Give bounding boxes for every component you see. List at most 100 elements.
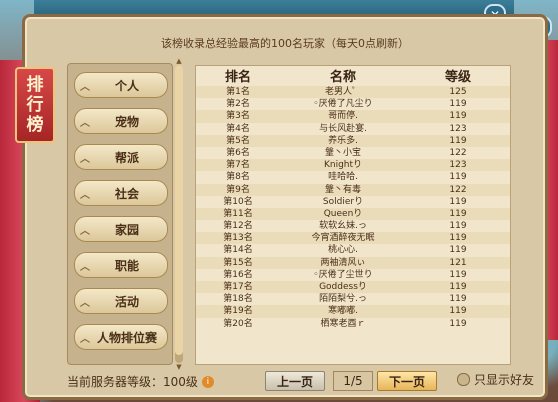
level-cell: 119 — [449, 269, 467, 280]
name-cell: 桃心心. — [328, 245, 358, 256]
level-cell: 122 — [449, 147, 467, 158]
table-row[interactable]: 第13名 今宵酒醉夜无眠 119 — [196, 232, 510, 245]
table-row[interactable]: 第6名 鞶丶小宝 122 — [196, 147, 510, 159]
level-cell: 125 — [449, 87, 467, 97]
sidebar-item-activity[interactable]: ︿ 活动 — [74, 288, 168, 314]
chevron-up-icon: ︿ — [80, 297, 90, 309]
table-row[interactable]: 第15名 两袖清风ぃ 121 — [196, 256, 510, 269]
level-cell: 119 — [449, 221, 467, 232]
name-cell: 与长风赴宴. — [319, 123, 367, 134]
name-cell: 陌陌梨兮.っ — [319, 294, 367, 305]
table-header: 排名 名称 等级 — [196, 66, 510, 85]
friends-only-toggle[interactable]: 只显示好友 — [457, 371, 534, 388]
next-page-button[interactable]: 下一页 — [377, 371, 437, 391]
sidebar-item-society[interactable]: ︿ 社会 — [74, 180, 168, 206]
name-cell: Knightり — [323, 160, 363, 171]
table-row[interactable]: 第7名 Knightり 123 — [196, 159, 510, 172]
rank-cell: 第19名 — [223, 306, 253, 317]
table-row[interactable]: 第11名 Queenり 119 — [196, 207, 510, 221]
chevron-up-icon: ︿ — [80, 117, 90, 129]
rank-cell: 第7名 — [226, 160, 250, 171]
server-level: 当前服务器等级：100级 i — [67, 373, 214, 390]
name-cell: Soldierり — [322, 196, 364, 207]
header-rank: 排名 — [224, 70, 251, 85]
rank-cell: 第4名 — [226, 123, 250, 134]
table-row[interactable]: 第5名 养乐多. 119 — [196, 134, 510, 147]
table-row[interactable]: 第2名 ◦厌倦了凡尘り 119 — [196, 98, 510, 110]
rank-cell: 第20名 — [223, 318, 253, 329]
table-row[interactable]: 第4名 与长风赴宴. 123 — [196, 123, 510, 135]
sidebar-item-profession[interactable]: ︿ 职能 — [74, 252, 168, 278]
level-cell: 119 — [449, 318, 467, 329]
rank-cell: 第10名 — [223, 196, 253, 207]
table-row[interactable]: 第20名 栖寒老酉ｒ 119 — [196, 318, 510, 330]
scroll-up-icon[interactable]: ▲ — [175, 57, 183, 65]
table-row[interactable]: 第18名 陌陌梨兮.っ 119 — [196, 293, 510, 305]
sidebar-scrollbar[interactable] — [175, 65, 183, 363]
sidebar-item-home[interactable]: ︿ 家园 — [74, 216, 168, 242]
rank-cell: 第6名 — [226, 147, 250, 158]
rank-cell: 第12名 — [223, 221, 253, 232]
scrollbar-thumb[interactable] — [175, 65, 183, 355]
scroll-down-icon[interactable]: ▼ — [175, 363, 183, 371]
table-row[interactable]: 第3名 哥而停. 119 — [196, 110, 510, 123]
rank-cell: 第1名 — [226, 87, 250, 97]
level-cell: 119 — [449, 245, 467, 256]
name-cell: 栖寒老酉ｒ — [320, 318, 366, 329]
level-cell: 119 — [449, 172, 467, 183]
rank-cell: 第3名 — [226, 111, 250, 122]
name-cell: ◦厌倦了尘世り — [313, 269, 373, 280]
rank-cell: 第15名 — [223, 257, 253, 268]
table-row[interactable]: 第12名 软软幺妹.っ 119 — [196, 220, 510, 232]
info-icon[interactable]: i — [201, 375, 214, 388]
table-row[interactable]: 第14名 桃心心. 119 — [196, 244, 510, 256]
name-cell: 鞶丶小宝 — [324, 147, 361, 158]
server-level-text: 当前服务器等级：100级 — [67, 375, 198, 389]
level-cell: 121 — [449, 257, 467, 268]
sidebar-item-arena[interactable]: ︿ 人物排位赛 — [74, 324, 168, 350]
title-char-3: 榜 — [26, 115, 44, 135]
rank-cell: 第16名 — [223, 269, 253, 280]
level-cell: 123 — [449, 160, 467, 171]
rank-cell: 第8名 — [226, 172, 250, 183]
level-cell: 123 — [449, 123, 467, 134]
name-cell: Goddessり — [319, 282, 367, 292]
chevron-up-icon: ︿ — [80, 81, 90, 93]
sidebar-item-personal[interactable]: ︿ 个人 — [74, 72, 168, 98]
name-cell: 老男人゜ — [324, 87, 361, 97]
ranking-notice: 该榜收录总经验最高的100名玩家（每天0点刷新） — [161, 37, 409, 50]
table-row[interactable]: 第1名 老男人゜ 125 — [196, 86, 510, 99]
title-char-1: 排 — [26, 75, 44, 95]
rank-cell: 第5名 — [226, 135, 250, 146]
level-cell: 119 — [449, 135, 467, 146]
ranking-panel: 排 行 榜 该榜收录总经验最高的100名玩家（每天0点刷新） ︿ 个人 ︿ 宠物 ︿… — [15, 14, 548, 400]
sidebar-item-guild[interactable]: ︿ 帮派 — [74, 144, 168, 170]
level-cell: 119 — [449, 111, 467, 122]
table-row[interactable]: 第10名 Soldierり 119 — [196, 196, 510, 208]
name-cell: 今宵酒醉夜无眠 — [311, 233, 375, 244]
name-cell: ◦厌倦了凡尘り — [313, 99, 373, 110]
table-row[interactable]: 第9名 鞶丶有毒 122 — [196, 183, 510, 196]
table-row[interactable]: 第8名 哇哈哈. 119 — [196, 171, 510, 183]
category-sidebar: ︿ 个人 ︿ 宠物 ︿ 帮派 ︿ 社会 ︿ 家园 ︿ 职能 ︿ 活动 ︿ 人物排位赛 — [67, 63, 173, 365]
chevron-up-icon: ︿ — [80, 261, 90, 273]
page-indicator: 1/5 — [333, 371, 373, 391]
level-cell: 119 — [449, 208, 467, 219]
level-cell: 119 — [449, 99, 467, 110]
sidebar-item-pet[interactable]: ︿ 宠物 — [74, 108, 168, 134]
title-char-2: 行 — [26, 95, 44, 115]
ranking-rows: 第1名 老男人゜ 125 第2名 ◦厌倦了凡尘り 119 第3名 哥而停. 119 第4名 与… — [196, 86, 510, 330]
table-row[interactable]: 第17名 Goddessり 119 — [196, 281, 510, 294]
name-cell: 软软幺妹.っ — [319, 221, 367, 232]
level-cell: 119 — [449, 233, 467, 244]
rank-cell: 第17名 — [223, 282, 253, 292]
level-cell: 122 — [449, 184, 467, 195]
radio-icon[interactable] — [457, 373, 470, 386]
table-row[interactable]: 第19名 寒嘟嘟. 119 — [196, 305, 510, 318]
header-level: 等级 — [444, 70, 471, 85]
friends-only-label: 只显示好友 — [474, 373, 535, 387]
prev-page-button[interactable]: 上一页 — [265, 371, 325, 391]
rank-cell: 第2名 — [226, 99, 250, 110]
table-row[interactable]: 第16名 ◦厌倦了尘世り 119 — [196, 269, 510, 281]
name-cell: 养乐多. — [328, 135, 358, 146]
